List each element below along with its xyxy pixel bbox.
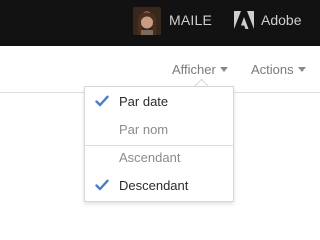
app-root: MAILE Adobe Afficher Actions Par date Pa	[0, 0, 320, 240]
global-header: MAILE Adobe	[0, 0, 320, 47]
sort-menu: Par date Par nom Ascendant Descendant	[84, 86, 234, 202]
brand-name: Adobe	[261, 12, 302, 28]
menu-item-ascending[interactable]: Ascendant	[85, 144, 233, 172]
menu-item-label: Par nom	[119, 122, 169, 137]
view-dropdown-button[interactable]: Afficher	[172, 62, 228, 77]
chevron-down-icon	[297, 67, 306, 72]
actions-dropdown-button[interactable]: Actions	[251, 62, 306, 77]
menu-item-label: Par date	[119, 94, 169, 109]
chevron-down-icon	[219, 67, 228, 72]
menu-item-sort-by-name[interactable]: Par nom	[85, 116, 233, 144]
user-avatar[interactable]	[133, 7, 161, 35]
menu-item-sort-by-date[interactable]: Par date	[85, 88, 233, 116]
menu-item-label: Ascendant	[119, 150, 181, 165]
checkmark-icon	[95, 95, 109, 107]
menu-item-label: Descendant	[119, 178, 189, 193]
view-dropdown-label: Afficher	[172, 62, 216, 77]
user-name[interactable]: MAILE	[169, 12, 212, 28]
checkmark-icon	[95, 179, 109, 191]
actions-dropdown-label: Actions	[251, 62, 294, 77]
menu-item-descending[interactable]: Descendant	[85, 172, 233, 200]
adobe-logo-icon	[234, 11, 254, 29]
